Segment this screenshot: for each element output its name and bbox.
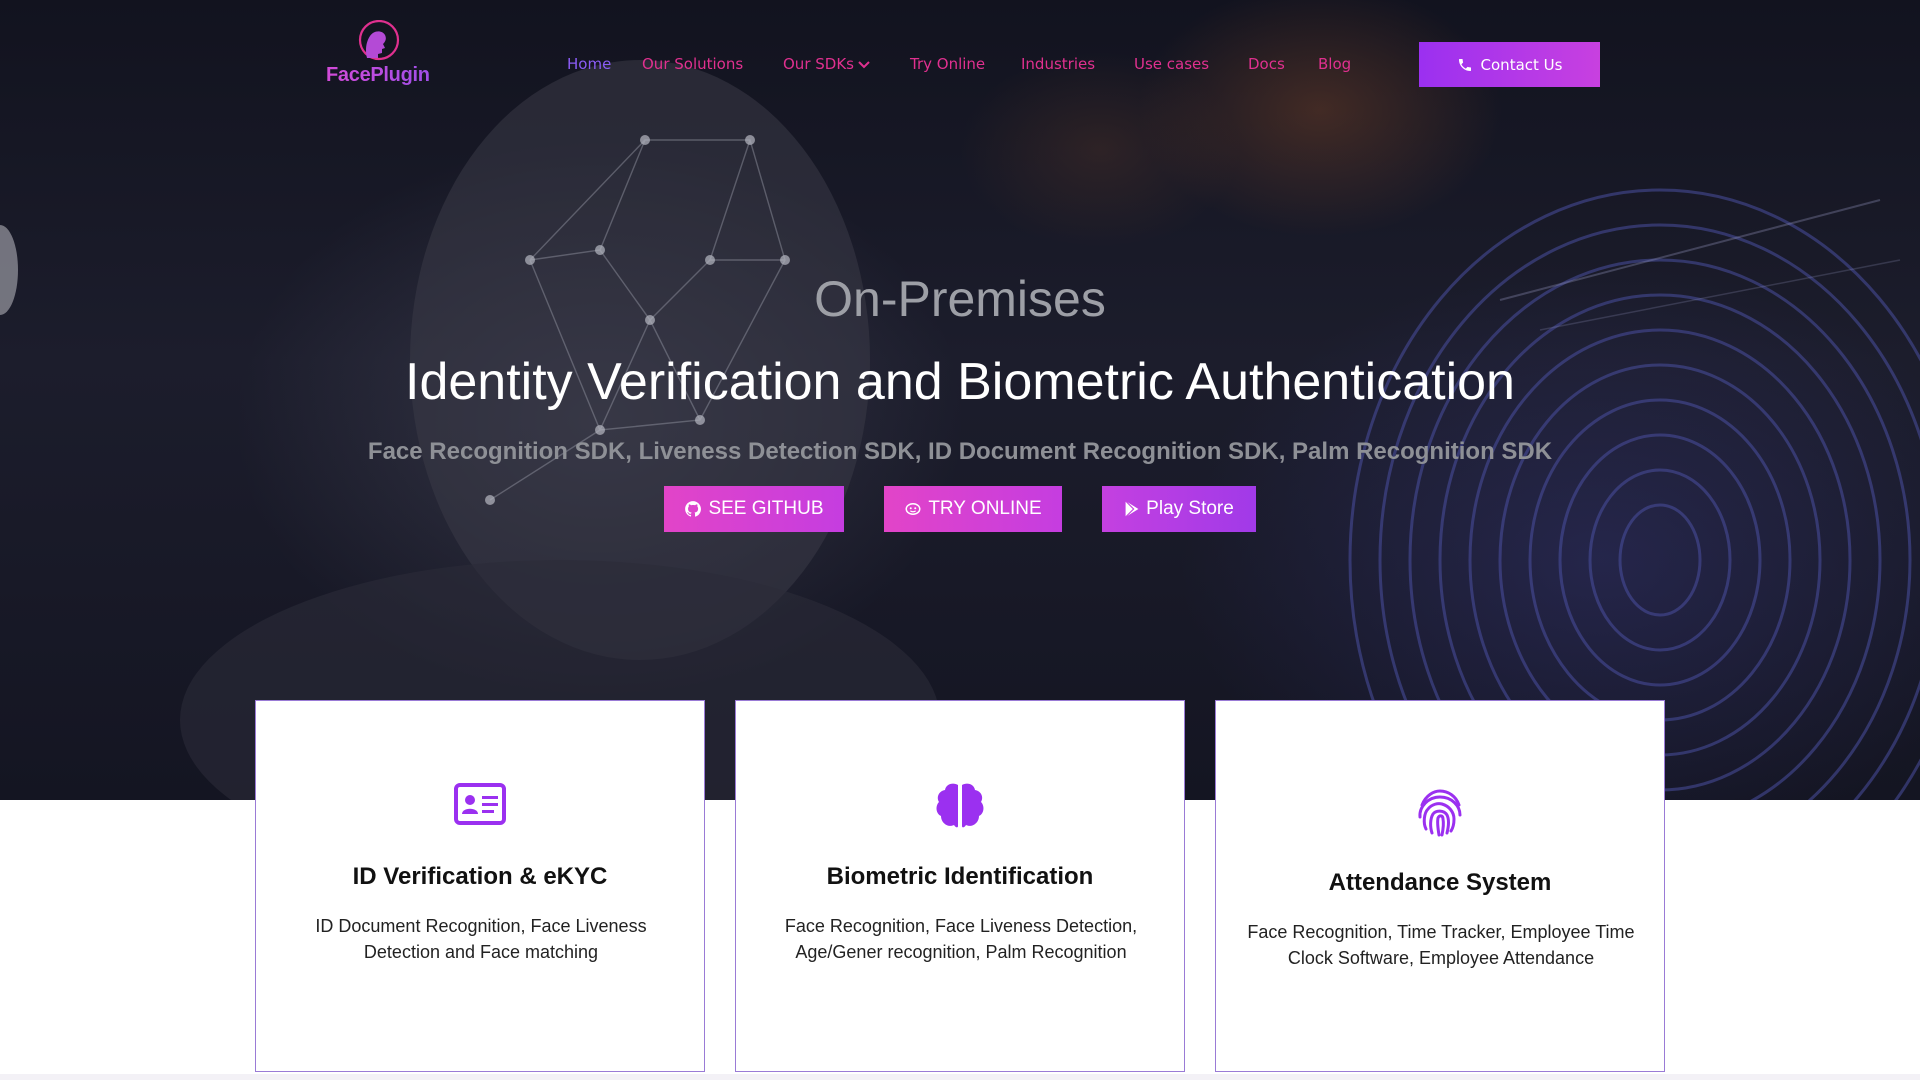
nav-item-try-online[interactable]: Try Online (910, 52, 985, 76)
face-scan-icon (905, 503, 921, 515)
card-icon-wrap (256, 783, 704, 825)
section-divider (0, 1074, 1920, 1080)
play-store-button[interactable]: Play Store (1102, 486, 1256, 532)
nav-item-our-solutions[interactable]: Our Solutions (642, 52, 743, 76)
play-store-label: Play Store (1146, 498, 1234, 519)
nav-item-home[interactable]: Home (567, 52, 611, 76)
solution-card-attendance-system[interactable]: Attendance System Face Recognition, Time… (1215, 700, 1665, 1072)
contact-us-button[interactable]: Contact Us (1419, 42, 1600, 87)
contact-us-label: Contact Us (1480, 55, 1563, 74)
hero-subtitle: Face Recognition SDK, Liveness Detection… (367, 438, 1553, 465)
nav-item-docs[interactable]: Docs (1248, 52, 1285, 76)
see-github-button[interactable]: SEE GITHUB (664, 486, 844, 532)
card-icon-wrap (736, 781, 1184, 831)
phone-icon (1458, 58, 1471, 71)
try-online-button[interactable]: TRY ONLINE (884, 486, 1062, 532)
nav-item-our-sdks-label: Our SDKs (783, 55, 854, 73)
see-github-label: SEE GITHUB (708, 498, 824, 519)
card-description: Face Recognition, Time Tracker, Employee… (1247, 922, 1635, 968)
nav-item-industries[interactable]: Industries (1021, 52, 1095, 76)
card-title: Attendance System (1328, 869, 1552, 896)
github-icon (685, 501, 702, 517)
hero-section: FacePlugin Home Our Solutions Our SDKs T… (0, 0, 1920, 800)
brain-icon (936, 783, 984, 828)
hero-eyebrow: On-Premises (814, 271, 1106, 327)
play-store-icon (1125, 500, 1139, 518)
card-icon-wrap (1216, 787, 1664, 839)
nav-item-blog[interactable]: Blog (1318, 52, 1351, 76)
try-online-label: TRY ONLINE (928, 498, 1042, 519)
id-card-icon (454, 783, 506, 825)
card-description: ID Document Recognition, Face Liveness D… (315, 916, 647, 962)
main-nav: Home Our Solutions Our SDKs Try Online I… (0, 52, 1920, 76)
fingerprint-icon (1418, 789, 1462, 837)
hero-title: Identity Verification and Biometric Auth… (405, 353, 1515, 411)
card-title: ID Verification & eKYC (352, 863, 608, 890)
card-title: Biometric Identification (826, 863, 1094, 890)
card-description: Face Recognition, Face Liveness Detectio… (784, 916, 1138, 962)
solution-card-biometric-identification[interactable]: Biometric Identification Face Recognitio… (735, 700, 1185, 1072)
chevron-down-icon (858, 60, 870, 68)
nav-item-use-cases[interactable]: Use cases (1134, 52, 1209, 76)
solution-card-id-verification[interactable]: ID Verification & eKYC ID Document Recog… (255, 700, 705, 1072)
nav-item-our-sdks[interactable]: Our SDKs (783, 52, 870, 76)
